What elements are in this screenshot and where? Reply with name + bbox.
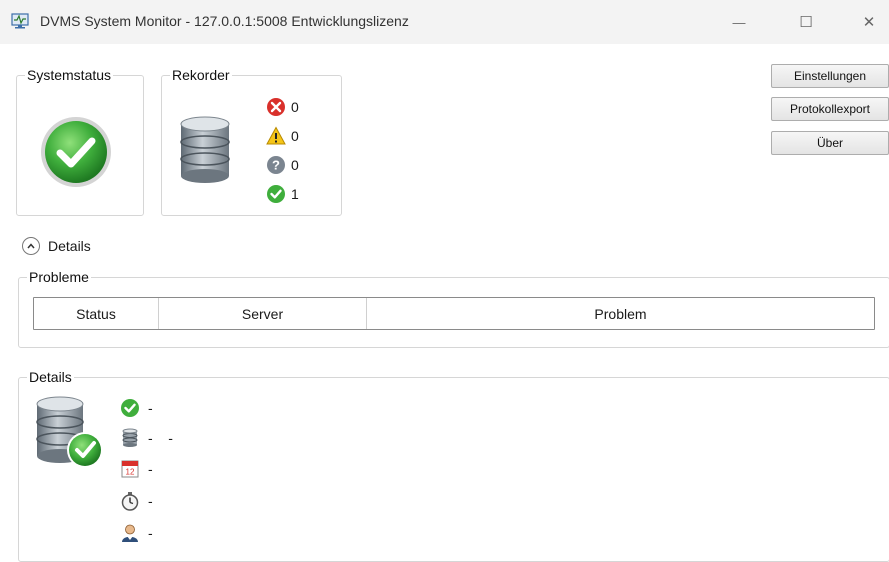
title-bar: DVMS System Monitor - 127.0.0.1:5008 Ent… bbox=[0, 0, 889, 44]
database-ok-large-icon bbox=[36, 396, 103, 468]
maximize-icon: ☐ bbox=[799, 14, 813, 31]
details-database-value: - - bbox=[148, 430, 173, 446]
chevron-up-icon bbox=[22, 237, 40, 255]
warning-count: 0 bbox=[291, 128, 299, 144]
green-check-large-icon bbox=[41, 117, 111, 187]
details-user-value: - bbox=[148, 525, 153, 541]
unknown-icon: ? bbox=[267, 156, 285, 174]
about-button[interactable]: Über bbox=[771, 131, 889, 155]
column-header-status[interactable]: Status bbox=[34, 298, 159, 329]
ok-icon bbox=[267, 185, 285, 203]
details-row-time: - bbox=[120, 490, 153, 512]
details-status-value: - bbox=[148, 400, 153, 416]
user-icon bbox=[122, 524, 138, 542]
svg-text:12: 12 bbox=[126, 468, 135, 477]
rekorder-legend: Rekorder bbox=[172, 67, 230, 83]
unknown-count-row: ? 0 bbox=[266, 154, 299, 176]
error-count: 0 bbox=[291, 99, 299, 115]
details-row-user: - bbox=[120, 522, 153, 544]
details-row-status: - bbox=[120, 397, 153, 419]
column-header-server[interactable]: Server bbox=[159, 298, 367, 329]
details-legend: Details bbox=[29, 369, 72, 385]
database-large-icon bbox=[180, 116, 230, 183]
details-row-database: - - bbox=[120, 427, 173, 449]
settings-button[interactable]: Einstellungen bbox=[771, 64, 889, 88]
systemstatus-legend: Systemstatus bbox=[27, 67, 112, 83]
monitor-app-icon bbox=[11, 13, 29, 29]
window-title: DVMS System Monitor - 127.0.0.1:5008 Ent… bbox=[40, 13, 409, 29]
stopwatch-icon bbox=[121, 492, 139, 511]
ok-count: 1 bbox=[291, 186, 299, 202]
details-row-date: 12 - bbox=[120, 458, 153, 480]
ok-icon bbox=[121, 399, 139, 417]
unknown-count: 0 bbox=[291, 157, 299, 173]
details-date-value: - bbox=[148, 461, 153, 477]
minimize-button[interactable]: — bbox=[716, 0, 762, 44]
details-time-value: - bbox=[148, 493, 153, 509]
details-expander-label: Details bbox=[48, 238, 91, 254]
svg-text:?: ? bbox=[272, 158, 280, 173]
error-count-row: 0 bbox=[266, 96, 299, 118]
database-icon bbox=[122, 428, 138, 447]
warning-count-row: 0 bbox=[266, 125, 299, 147]
minimize-icon: — bbox=[732, 14, 746, 30]
calendar-icon: 12 bbox=[121, 460, 139, 478]
close-icon: ✕ bbox=[862, 14, 876, 31]
warning-icon bbox=[266, 126, 286, 145]
log-export-button[interactable]: Protokollexport bbox=[771, 97, 889, 121]
maximize-button[interactable]: ☐ bbox=[783, 0, 829, 44]
close-button[interactable]: ✕ bbox=[846, 0, 889, 44]
problems-table[interactable]: Status Server Problem bbox=[33, 297, 875, 330]
column-header-problem[interactable]: Problem bbox=[367, 298, 874, 329]
error-icon bbox=[267, 98, 285, 116]
details-expander[interactable]: Details bbox=[22, 237, 91, 255]
problems-legend: Probleme bbox=[29, 269, 89, 285]
ok-count-row: 1 bbox=[266, 183, 299, 205]
